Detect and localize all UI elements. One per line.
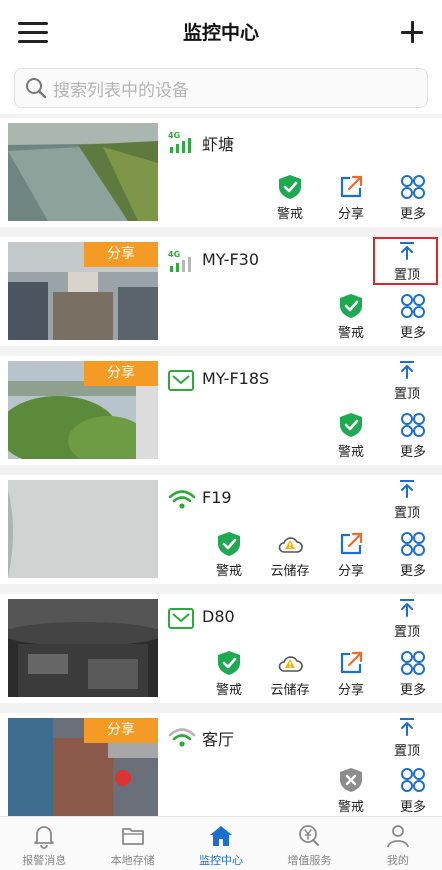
- grid-more-icon: [401, 768, 425, 792]
- pin-to-top-icon: [400, 718, 414, 736]
- share-icon: [340, 532, 363, 555]
- shared-tag: 分享: [84, 242, 158, 267]
- yuan-badge-icon: [299, 825, 320, 846]
- signal-4g-icon: 4G: [168, 131, 191, 153]
- device-thumbnail[interactable]: 分享: [8, 242, 158, 340]
- svg-text:4G: 4G: [168, 250, 180, 259]
- device-card[interactable]: 分享 客厅 置顶 警戒 更多: [0, 713, 442, 817]
- guard-button[interactable]: 警戒: [328, 293, 374, 343]
- shield-check-icon: [218, 651, 240, 675]
- search-icon: [26, 78, 47, 99]
- tab-local-storage[interactable]: 本地存储: [88, 817, 176, 870]
- shield-x-icon: [340, 768, 362, 792]
- device-name: 虾塘: [202, 135, 235, 154]
- grid-more-icon: [401, 294, 425, 318]
- bottom-tab-bar: 报警消息 本地存储 监控中心 增值服务 我的: [0, 816, 442, 870]
- more-button[interactable]: 更多: [390, 767, 436, 817]
- more-button[interactable]: 更多: [390, 293, 436, 343]
- search-input[interactable]: 搜索列表中的设备: [14, 68, 428, 108]
- device-card[interactable]: 分享 MY-F18S 置顶 警戒 更多: [0, 356, 442, 465]
- device-card[interactable]: F19 置顶 警戒 云储存 分享 更多: [0, 475, 442, 584]
- home-icon: [210, 826, 233, 846]
- device-thumbnail[interactable]: [8, 599, 158, 697]
- guard-button[interactable]: 警戒: [328, 412, 374, 462]
- shield-check-icon: [279, 175, 301, 199]
- add-device-icon[interactable]: [400, 20, 424, 44]
- share-button[interactable]: 分享: [328, 531, 374, 581]
- grid-more-icon: [401, 175, 425, 199]
- device-thumbnail[interactable]: [8, 480, 158, 578]
- search-bar: 搜索列表中的设备: [0, 62, 442, 114]
- search-placeholder: 搜索列表中的设备: [53, 80, 189, 101]
- grid-more-icon: [401, 651, 425, 675]
- more-button[interactable]: 更多: [390, 412, 436, 462]
- shared-tag: 分享: [84, 361, 158, 386]
- shared-tag: 分享: [84, 718, 158, 743]
- shield-check-icon: [218, 532, 240, 556]
- wifi-icon: [168, 490, 196, 509]
- pin-top-button[interactable]: 置顶: [384, 717, 430, 767]
- folder-icon: [121, 828, 144, 845]
- signal-4g-icon: 4G: [168, 250, 191, 272]
- tab-value-added-services[interactable]: 增值服务: [265, 817, 353, 870]
- pin-top-highlight: [373, 237, 438, 285]
- cloud-storage-button[interactable]: 云储存: [267, 531, 313, 581]
- pin-to-top-icon: [400, 480, 414, 498]
- cloud-warning-icon: [278, 537, 303, 553]
- device-name: MY-F18S: [202, 369, 270, 388]
- shield-check-icon: [340, 413, 362, 437]
- device-name: F19: [202, 488, 232, 507]
- device-name: MY-F30: [202, 250, 260, 269]
- pin-top-button[interactable]: 置顶: [384, 360, 430, 410]
- device-thumbnail[interactable]: 分享: [8, 718, 158, 816]
- tab-alarm-messages[interactable]: 报警消息: [0, 817, 88, 870]
- top-bar: 监控中心: [0, 0, 442, 62]
- user-icon: [386, 825, 409, 848]
- more-button[interactable]: 更多: [390, 650, 436, 700]
- share-button[interactable]: 分享: [328, 650, 374, 700]
- svg-text:4G: 4G: [168, 131, 180, 140]
- share-button[interactable]: 分享: [328, 174, 374, 224]
- grid-more-icon: [401, 532, 425, 556]
- shield-check-icon: [340, 294, 362, 318]
- pin-top-button[interactable]: 置顶: [384, 598, 430, 648]
- grid-more-icon: [401, 413, 425, 437]
- menu-icon[interactable]: [18, 22, 48, 44]
- more-button[interactable]: 更多: [390, 174, 436, 224]
- device-name: D80: [202, 607, 235, 626]
- guard-button[interactable]: 警戒: [328, 767, 374, 817]
- device-card[interactable]: D80 置顶 警戒 云储存 分享 更多: [0, 594, 442, 703]
- device-thumbnail[interactable]: [8, 123, 158, 221]
- cloud-warning-icon: [278, 656, 303, 672]
- tab-profile[interactable]: 我的: [354, 817, 442, 870]
- share-icon: [340, 175, 363, 198]
- wifi-icon: [168, 728, 196, 747]
- guard-button[interactable]: 警戒: [267, 174, 313, 224]
- bell-icon: [34, 826, 55, 849]
- guard-button[interactable]: 警戒: [206, 650, 252, 700]
- device-thumbnail[interactable]: 分享: [8, 361, 158, 459]
- pin-top-button[interactable]: 置顶: [384, 479, 430, 529]
- tab-monitor-center[interactable]: 监控中心: [177, 817, 265, 870]
- pin-to-top-icon: [400, 599, 414, 617]
- pin-to-top-icon: [400, 361, 414, 379]
- device-name: 客厅: [202, 730, 235, 749]
- cloud-storage-button[interactable]: 云储存: [267, 650, 313, 700]
- guard-button[interactable]: 警戒: [206, 531, 252, 581]
- ethernet-icon: [168, 370, 194, 391]
- device-card[interactable]: 4G 虾塘 警戒 分享 更多: [0, 118, 442, 227]
- share-icon: [340, 651, 363, 674]
- page-title: 监控中心: [182, 21, 259, 44]
- ethernet-icon: [168, 608, 194, 629]
- more-button[interactable]: 更多: [390, 531, 436, 581]
